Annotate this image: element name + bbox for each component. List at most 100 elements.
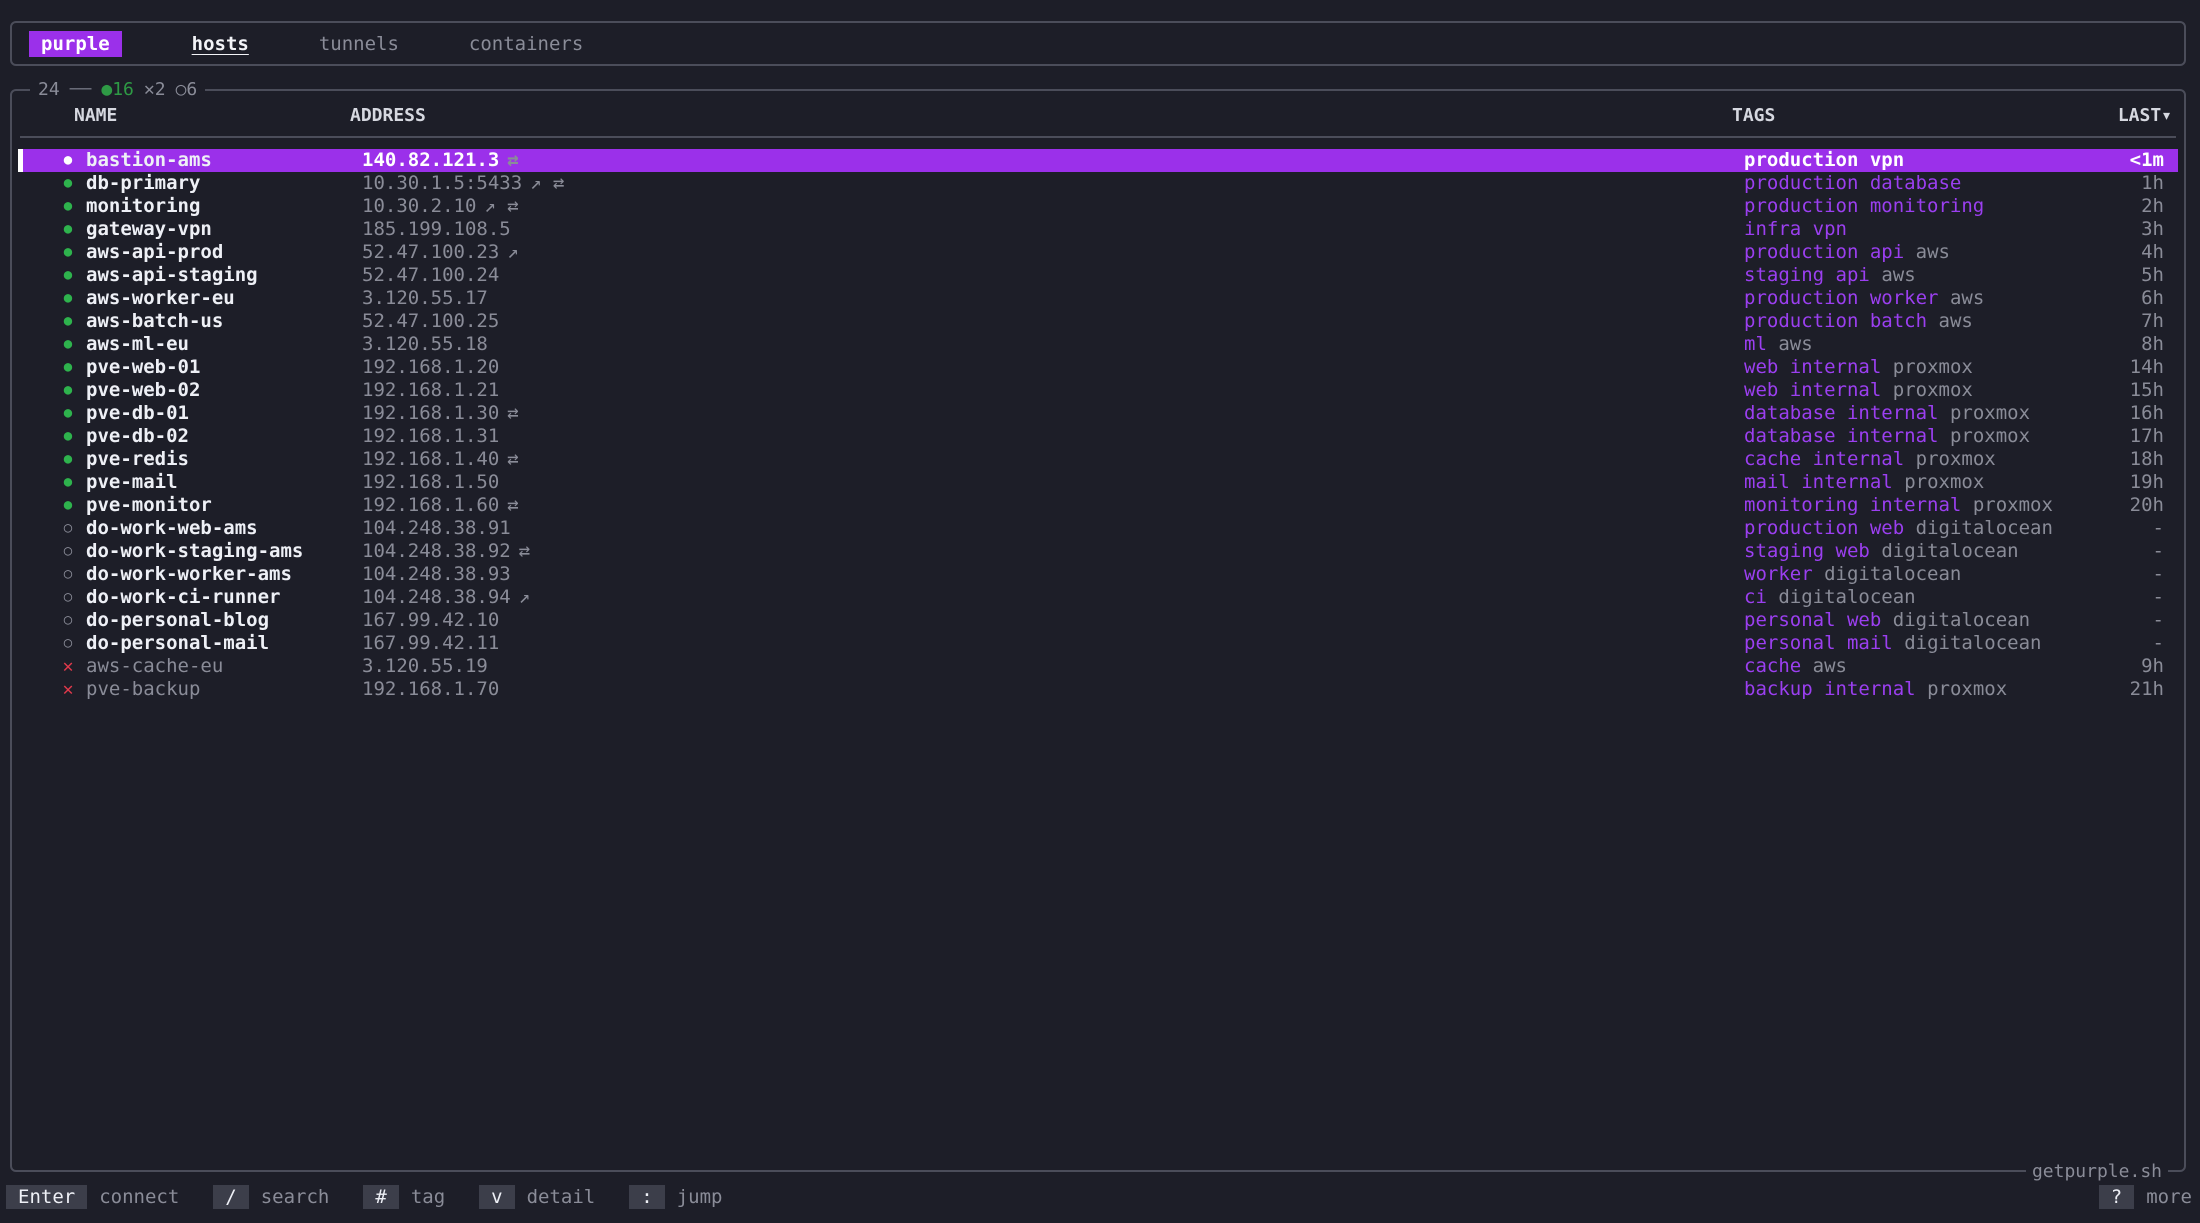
table-row[interactable]: ● db-primary 10.30.1.5:5433 ↗ ⇄ production d… bbox=[18, 172, 2178, 195]
tag[interactable]: staging bbox=[1744, 264, 1824, 286]
tag[interactable]: monitoring bbox=[1744, 494, 1858, 516]
host-name: do-work-staging-ams bbox=[86, 540, 304, 562]
table-row[interactable]: ● aws-ml-eu 3.120.55.18 ml aws 8h bbox=[18, 333, 2178, 356]
more-shortcut[interactable]: ? more bbox=[2098, 1185, 2192, 1209]
last-connected: 15h bbox=[2129, 379, 2164, 401]
column-last[interactable]: LAST▾ bbox=[2118, 105, 2172, 126]
tag[interactable]: production bbox=[1744, 241, 1858, 263]
table-row[interactable]: ○ do-work-staging-ams 104.248.38.92 ⇄ stagin… bbox=[18, 540, 2178, 563]
tag[interactable]: vpn bbox=[1813, 218, 1847, 240]
shortcut-key[interactable]: # bbox=[363, 1185, 399, 1209]
tag[interactable]: internal bbox=[1801, 471, 1893, 493]
site-url[interactable]: getpurple.sh bbox=[2025, 1161, 2168, 1182]
table-row[interactable]: ✕ aws-cache-eu 3.120.55.19 cache aws 9h bbox=[18, 655, 2178, 678]
address-text: 3.120.55.18 bbox=[362, 333, 488, 355]
last-connected: <1m bbox=[2129, 149, 2164, 171]
table-row[interactable]: ○ do-work-ci-runner 104.248.38.94 ↗ ci digit… bbox=[18, 586, 2178, 609]
tag[interactable]: personal bbox=[1744, 609, 1836, 631]
tab-tunnels[interactable]: tunnels bbox=[319, 33, 399, 55]
column-tags[interactable]: TAGS bbox=[1732, 105, 1775, 126]
tag[interactable]: worker bbox=[1870, 287, 1939, 309]
tag[interactable]: internal bbox=[1790, 356, 1882, 378]
table-row[interactable]: ● pve-mail 192.168.1.50 mail internal proxm… bbox=[18, 471, 2178, 494]
tag[interactable]: infra bbox=[1744, 218, 1801, 240]
host-address: 192.168.1.31 bbox=[362, 425, 499, 448]
tag[interactable]: mail bbox=[1744, 471, 1790, 493]
tag[interactable]: production bbox=[1744, 172, 1858, 194]
tag[interactable]: cache bbox=[1744, 448, 1801, 470]
tag[interactable]: ci bbox=[1744, 586, 1767, 608]
tag[interactable]: internal bbox=[1813, 448, 1905, 470]
tag[interactable]: mail bbox=[1847, 632, 1893, 654]
address-text: 192.168.1.40 bbox=[362, 448, 500, 470]
tag[interactable]: web bbox=[1847, 609, 1881, 631]
tag[interactable]: internal bbox=[1790, 379, 1882, 401]
table-row[interactable]: ● aws-api-prod 52.47.100.23 ↗ production api… bbox=[18, 241, 2178, 264]
tag[interactable]: api bbox=[1836, 264, 1870, 286]
tag[interactable]: production bbox=[1744, 195, 1858, 217]
tag[interactable]: ml bbox=[1744, 333, 1767, 355]
tag[interactable]: web bbox=[1836, 540, 1870, 562]
tag[interactable]: monitoring bbox=[1870, 195, 1984, 217]
table-row[interactable]: ● bastion-ams 140.82.121.3 ⇄ production vpn … bbox=[18, 149, 2178, 172]
table-row[interactable]: ● gateway-vpn 185.199.108.5 infra vpn 3h bbox=[18, 218, 2178, 241]
host-tags: mail internal proxmox bbox=[1744, 471, 1984, 494]
table-row[interactable]: ● aws-batch-us 52.47.100.25 production batc… bbox=[18, 310, 2178, 333]
tag[interactable]: worker bbox=[1744, 563, 1813, 585]
table-row[interactable]: ● pve-db-01 192.168.1.30 ⇄ database internal… bbox=[18, 402, 2178, 425]
tag[interactable]: database bbox=[1744, 402, 1836, 424]
tag[interactable]: production bbox=[1744, 287, 1858, 309]
tag[interactable]: personal bbox=[1744, 632, 1836, 654]
host-tags: production monitoring bbox=[1744, 195, 1984, 218]
tag[interactable]: web bbox=[1744, 356, 1778, 378]
tag[interactable]: web bbox=[1870, 517, 1904, 539]
tag[interactable]: production bbox=[1744, 310, 1858, 332]
tag[interactable]: internal bbox=[1847, 402, 1939, 424]
status-online-icon: ● bbox=[63, 175, 73, 191]
tag[interactable]: cache bbox=[1744, 655, 1801, 677]
shortcut-key[interactable]: v bbox=[479, 1185, 515, 1209]
tag[interactable]: backup bbox=[1744, 678, 1813, 700]
shortcut-key[interactable]: : bbox=[629, 1185, 665, 1209]
tag[interactable]: api bbox=[1870, 241, 1904, 263]
forward-tunnel-icon: ↗ ⇄ bbox=[484, 195, 519, 217]
table-row[interactable]: ● aws-api-staging 52.47.100.24 staging api … bbox=[18, 264, 2178, 287]
tag[interactable]: production bbox=[1744, 149, 1858, 171]
table-row[interactable]: ○ do-work-web-ams 104.248.38.91 production … bbox=[18, 517, 2178, 540]
tab-containers[interactable]: containers bbox=[469, 33, 583, 55]
more-key[interactable]: ? bbox=[2098, 1185, 2135, 1209]
table-row[interactable]: ● pve-db-02 192.168.1.31 database internal … bbox=[18, 425, 2178, 448]
host-summary: 24 ── ●16 ✕2 ○6 bbox=[30, 79, 206, 101]
tag[interactable]: staging bbox=[1744, 540, 1824, 562]
table-row[interactable]: ○ do-personal-blog 167.99.42.10 personal we… bbox=[18, 609, 2178, 632]
table-row[interactable]: ● pve-monitor 192.168.1.60 ⇄ monitoring inte… bbox=[18, 494, 2178, 517]
column-name[interactable]: NAME bbox=[74, 105, 117, 126]
tag[interactable]: database bbox=[1744, 425, 1836, 447]
table-row[interactable]: ● pve-web-02 192.168.1.21 web internal prox… bbox=[18, 379, 2178, 402]
table-row[interactable]: ○ do-work-worker-ams 104.248.38.93 worker d… bbox=[18, 563, 2178, 586]
table-row[interactable]: ● pve-redis 192.168.1.40 ⇄ cache internal pr… bbox=[18, 448, 2178, 471]
tag[interactable]: vpn bbox=[1870, 149, 1904, 171]
tag[interactable]: production bbox=[1744, 517, 1858, 539]
tag[interactable]: database bbox=[1870, 172, 1962, 194]
address-text: 192.168.1.31 bbox=[362, 425, 500, 447]
tag[interactable]: internal bbox=[1824, 678, 1916, 700]
shortcut-key[interactable]: / bbox=[213, 1185, 249, 1209]
tab-hosts[interactable]: hosts bbox=[192, 33, 249, 55]
failed-count: ✕2 bbox=[143, 79, 166, 100]
column-address[interactable]: ADDRESS bbox=[350, 105, 426, 126]
table-row[interactable]: ● pve-web-01 192.168.1.20 web internal prox… bbox=[18, 356, 2178, 379]
table-row[interactable]: ● monitoring 10.30.2.10 ↗ ⇄ production monit… bbox=[18, 195, 2178, 218]
host-tags: ci digitalocean bbox=[1744, 586, 1916, 609]
tag[interactable]: internal bbox=[1847, 425, 1939, 447]
table-row[interactable]: ✕ pve-backup 192.168.1.70 backup internal p… bbox=[18, 678, 2178, 701]
tag[interactable]: web bbox=[1744, 379, 1778, 401]
tag[interactable]: batch bbox=[1870, 310, 1927, 332]
table-row[interactable]: ○ do-personal-mail 167.99.42.11 personal ma… bbox=[18, 632, 2178, 655]
host-tags: ml aws bbox=[1744, 333, 1813, 356]
last-connected: - bbox=[2152, 609, 2164, 631]
tag[interactable]: internal bbox=[1870, 494, 1962, 516]
shortcut-key[interactable]: Enter bbox=[6, 1185, 88, 1209]
host-tags: production worker aws bbox=[1744, 287, 1984, 310]
table-row[interactable]: ● aws-worker-eu 3.120.55.17 production work… bbox=[18, 287, 2178, 310]
